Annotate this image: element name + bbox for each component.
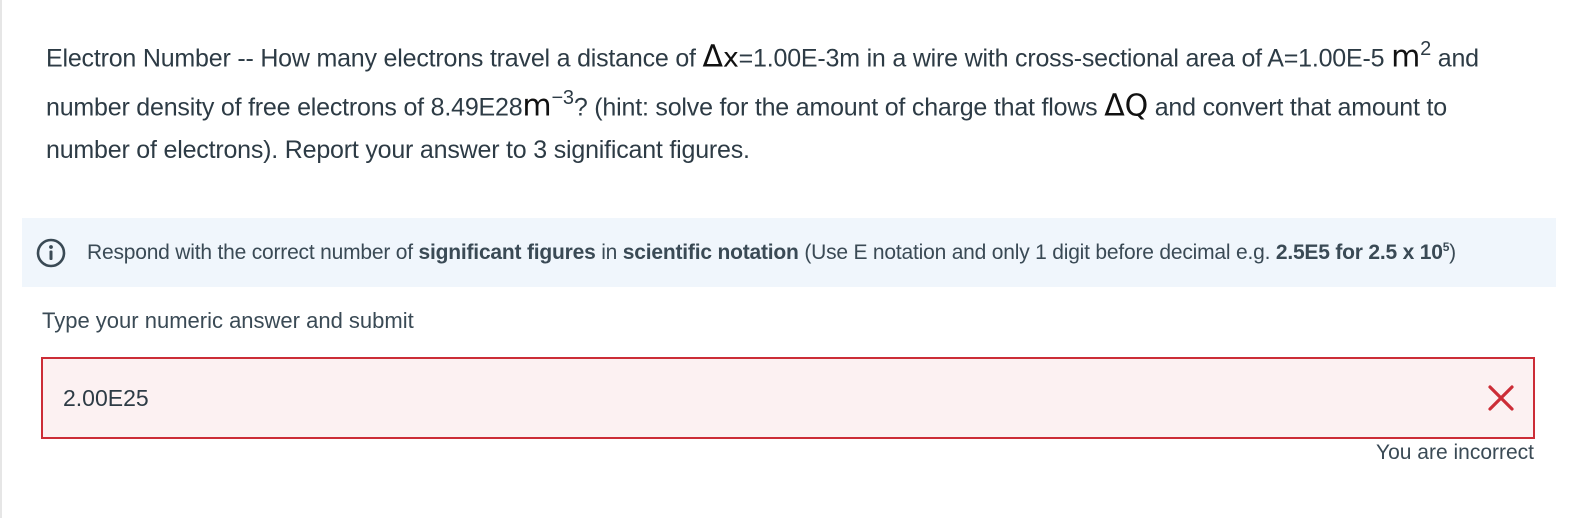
result-status: You are incorrect bbox=[1376, 441, 1534, 464]
info-circle-icon bbox=[36, 238, 66, 267]
info-text: Respond with the correct number of signi… bbox=[87, 240, 1456, 264]
left-border bbox=[0, 0, 2, 518]
question-text: Electron Number -- How many electrons tr… bbox=[46, 38, 1479, 164]
info-banner: Respond with the correct number of signi… bbox=[22, 218, 1556, 287]
answer-field-container bbox=[41, 357, 1535, 439]
x-icon bbox=[1488, 385, 1514, 411]
answer-prompt-label: Type your numeric answer and submit bbox=[42, 308, 414, 333]
numeric-answer-input[interactable] bbox=[43, 359, 1463, 437]
